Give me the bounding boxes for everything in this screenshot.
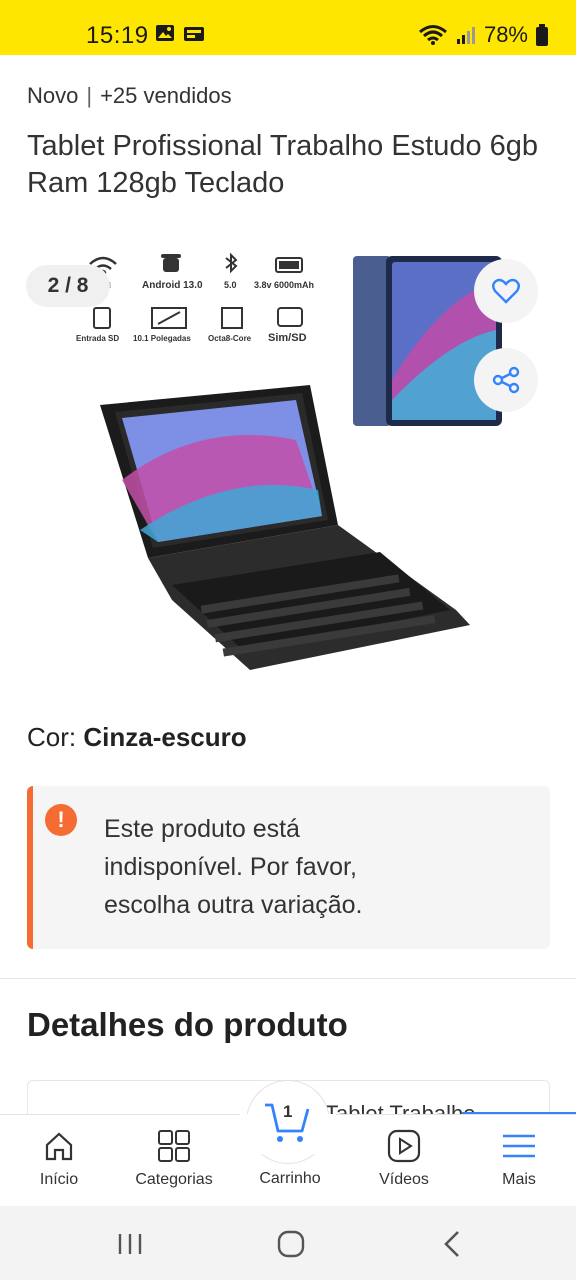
spec-cpu: Octa8-Core: [208, 334, 252, 343]
battery-icon: [536, 24, 548, 46]
meta-separator: |: [86, 83, 93, 108]
battery-percent: 78%: [483, 22, 528, 47]
status-bar: 15:19 78%: [0, 0, 576, 55]
grid-icon: [158, 1130, 190, 1162]
nav-videos[interactable]: Vídeos: [349, 1115, 459, 1207]
tablet-keyboard-image: [100, 385, 470, 670]
nav-carrinho-label: Carrinho: [259, 1170, 321, 1187]
status-time: 15:19: [86, 22, 149, 49]
share-icon: [492, 366, 520, 394]
product-title: Tablet Profissional Trabalho Estudo 6gb …: [27, 130, 539, 199]
unavailable-alert: ! Este produto está indisponível. Por fa…: [27, 786, 550, 949]
sim-spec-icon: [277, 307, 303, 327]
signal-icon: [456, 27, 475, 44]
wifi-icon: [418, 25, 447, 45]
nav-videos-label: Vídeos: [379, 1171, 429, 1188]
status-notification-icons: [155, 24, 205, 42]
spec-screen: 10.1 Polegadas: [133, 334, 191, 343]
section-divider: [0, 978, 576, 979]
home-button-icon[interactable]: [277, 1230, 305, 1258]
nav-categorias[interactable]: Categorias: [119, 1115, 229, 1207]
details-title: Detalhes do produto: [27, 1006, 348, 1043]
status-right: 78%: [418, 22, 548, 48]
app-notification-icon: [184, 27, 204, 41]
bluetooth-spec-icon: [225, 252, 238, 274]
cart-count: 1: [283, 1102, 293, 1121]
home-icon: [45, 1132, 73, 1161]
spec-sd: Entrada SD: [76, 334, 119, 343]
spec-android: Android 13.0: [142, 280, 203, 291]
color-variation: Cor: Cinza-escuro: [27, 722, 247, 753]
gallery-counter: 2 / 8: [26, 265, 110, 307]
android-spec-icon: [161, 254, 181, 272]
image-notification-icon: [156, 25, 174, 41]
sd-spec-icon: [93, 307, 111, 329]
exclamation-icon: !: [45, 804, 77, 836]
sold-count: +25 vendidos: [100, 83, 232, 108]
color-label: Cor:: [27, 722, 77, 752]
alert-accent-bar: [27, 786, 33, 949]
alert-text: Este produto está indisponível. Por favo…: [104, 815, 363, 919]
recent-apps-icon[interactable]: [117, 1232, 143, 1256]
nav-mais-label: Mais: [502, 1171, 536, 1188]
nav-categorias-label: Categorias: [135, 1171, 213, 1188]
gallery-counter-text: 2 / 8: [47, 274, 89, 297]
nav-mais[interactable]: Mais: [464, 1115, 574, 1207]
nav-inicio-label: Início: [39, 1171, 79, 1188]
favorite-button[interactable]: [474, 259, 538, 323]
system-navigation-bar: [0, 1206, 576, 1280]
color-value: Cinza-escuro: [83, 722, 247, 752]
product-meta: Novo | +25 vendidos: [27, 83, 232, 109]
cpu-spec-icon: [221, 307, 243, 329]
share-button[interactable]: [474, 348, 538, 412]
heart-icon: [492, 278, 520, 304]
back-icon[interactable]: [442, 1230, 462, 1258]
menu-icon: [503, 1134, 535, 1158]
battery-spec-icon: [275, 257, 303, 273]
nav-inicio[interactable]: Início: [4, 1115, 114, 1207]
play-icon: [387, 1129, 421, 1163]
spec-sim: Sim/SD: [268, 332, 307, 344]
spec-bluetooth: 5.0: [224, 280, 237, 290]
screen-spec-icon: [151, 307, 187, 329]
spec-battery: 3.8v 6000mAh: [254, 280, 314, 290]
condition-label: Novo: [27, 83, 79, 108]
